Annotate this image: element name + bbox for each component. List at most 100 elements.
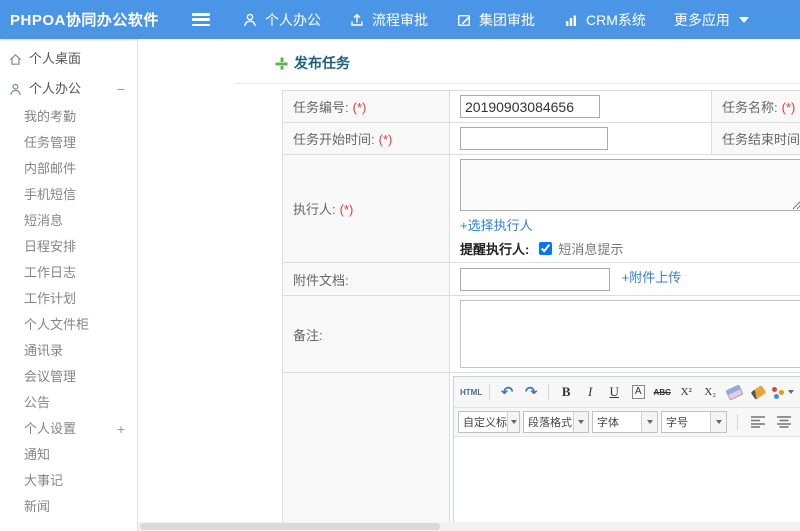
editor-toolbar-row1: HTML ↶ ↷ B I U A ABC X² X₂: [454, 377, 800, 408]
top-navbar: PHPOA协同办公软件 个人办公 流程审批 集团审批 CRM系统 更多应用: [0, 0, 800, 39]
font-family-select[interactable]: 字体: [592, 411, 658, 433]
editor-content-area[interactable]: [454, 437, 800, 531]
upload-icon: [349, 12, 365, 28]
toolbar-separator: [489, 384, 491, 400]
home-icon: [8, 52, 23, 67]
sidebar-item-personal-desktop[interactable]: 个人桌面: [0, 44, 137, 74]
scrollbar-thumb[interactable]: [140, 523, 440, 530]
required-marker: (*): [339, 202, 354, 217]
remind-executor-label: 提醒执行人:: [460, 242, 530, 257]
collapse-toggle-icon[interactable]: −: [117, 74, 125, 104]
publish-task-form: 任务编号:(*) 任务名称:(*) 任务开始时间:(*): [282, 90, 800, 531]
remark-label-cell: 备注:: [282, 295, 450, 373]
nav-label: 集团审批: [479, 11, 535, 28]
executor-textarea[interactable]: [460, 159, 800, 211]
plus-icon: [275, 56, 288, 70]
sidebar-item-notice[interactable]: 通知: [0, 442, 137, 468]
sidebar-item-label: 个人桌面: [29, 51, 82, 66]
font-style-button[interactable]: A: [627, 381, 649, 403]
custom-heading-select[interactable]: 自定义标题: [458, 411, 520, 433]
start-time-input[interactable]: [460, 127, 608, 150]
sms-option-label: 短消息提示: [558, 242, 624, 257]
remark-textarea[interactable]: [460, 300, 800, 368]
executor-label-cell: 执行人: (*): [282, 154, 450, 263]
format-brush-button[interactable]: [747, 381, 769, 403]
user-icon: [242, 12, 258, 28]
color-dots-icon: [772, 386, 785, 399]
sms-remind-checkbox[interactable]: [539, 242, 553, 255]
sidebar-item-work-log[interactable]: 工作日志: [0, 260, 137, 286]
nav-group-approval[interactable]: 集团审批: [456, 10, 535, 30]
sidebar-item-announcement[interactable]: 公告: [0, 390, 137, 416]
horizontal-scrollbar[interactable]: [138, 522, 800, 531]
caret-down-icon: [710, 412, 726, 432]
italic-button[interactable]: I: [579, 381, 601, 403]
sidebar-item-task-management[interactable]: 任务管理: [0, 130, 137, 156]
top-nav: 个人办公 流程审批 集团审批 CRM系统 更多应用: [242, 10, 749, 30]
sidebar-item-work-plan[interactable]: 工作计划: [0, 286, 137, 312]
sidebar-item-meeting-management[interactable]: 会议管理: [0, 364, 137, 390]
font-size-select[interactable]: 字号: [661, 411, 727, 433]
task-name-label-cell: 任务名称: (*): [711, 90, 800, 123]
sidebar-item-personal-files[interactable]: 个人文件柜: [0, 312, 137, 338]
rich-text-editor: HTML ↶ ↷ B I U A ABC X² X₂ 自定义标 段落格式 字体 …: [453, 376, 800, 531]
html-source-button[interactable]: HTML: [459, 381, 483, 403]
sidebar-item-news[interactable]: 新闻: [0, 494, 137, 520]
caret-down-icon: [507, 412, 519, 432]
eraser-icon: [725, 383, 744, 401]
sidebar: 个人桌面 个人办公 − 我的考勤 任务管理 内部邮件 手机短信 短消息 日程安排…: [0, 39, 138, 531]
toolbar-separator: [548, 384, 550, 400]
user-icon: [8, 82, 23, 97]
start-time-label-cell: 任务开始时间: (*): [282, 122, 450, 155]
superscript-button[interactable]: X²: [675, 381, 697, 403]
caret-down-icon: [738, 16, 749, 23]
bar-chart-icon: [563, 12, 579, 28]
app-logo: PHPOA协同办公软件: [10, 12, 159, 29]
underline-button[interactable]: U: [603, 381, 625, 403]
bold-button[interactable]: B: [555, 381, 577, 403]
attachment-label-cell: 附件文档:: [282, 262, 450, 296]
sidebar-item-mobile-sms[interactable]: 手机短信: [0, 182, 137, 208]
redo-button[interactable]: ↷: [520, 381, 542, 403]
nav-crm-system[interactable]: CRM系统: [563, 10, 646, 30]
align-center-button[interactable]: [773, 411, 795, 433]
eraser-button[interactable]: [723, 381, 745, 403]
sidebar-item-internal-mail[interactable]: 内部邮件: [0, 156, 137, 182]
nav-label: 个人办公: [265, 11, 321, 28]
brush-icon: [750, 384, 767, 400]
nav-workflow-approval[interactable]: 流程审批: [349, 10, 428, 30]
hamburger-menu-icon[interactable]: [192, 13, 210, 26]
sidebar-item-big-events[interactable]: 大事记: [0, 468, 137, 494]
main-content: 发布任务 任务编号:(*) 任务名称:(*): [138, 39, 800, 531]
task-number-label-cell: 任务编号: (*): [282, 90, 450, 123]
edit-icon: [456, 12, 472, 28]
nav-personal-office[interactable]: 个人办公: [242, 10, 321, 30]
align-left-button[interactable]: [747, 411, 769, 433]
required-marker: (*): [781, 100, 796, 115]
subscript-button[interactable]: X₂: [699, 381, 721, 403]
editor-toolbar-row2: 自定义标题 段落格式 字体: [454, 408, 800, 437]
sidebar-item-short-message[interactable]: 短消息: [0, 208, 137, 234]
choose-executor-link[interactable]: +选择执行人: [460, 218, 533, 233]
caret-down-icon: [641, 412, 657, 432]
description-label-cell: 任务描述:(*): [282, 372, 450, 531]
highlight-color-button[interactable]: [771, 381, 795, 403]
caret-down-icon: [788, 390, 795, 394]
expand-toggle-icon[interactable]: +: [117, 416, 125, 442]
sidebar-item-my-attendance[interactable]: 我的考勤: [0, 104, 137, 130]
caret-down-icon: [573, 412, 588, 432]
strikethrough-button[interactable]: ABC: [651, 381, 673, 403]
undo-button[interactable]: ↶: [496, 381, 518, 403]
page-title: 发布任务: [294, 55, 350, 71]
sidebar-item-schedule[interactable]: 日程安排: [0, 234, 137, 260]
nav-more-apps[interactable]: 更多应用: [674, 10, 749, 30]
nav-label: CRM系统: [586, 11, 646, 28]
sidebar-item-personal-office[interactable]: 个人办公 −: [0, 74, 137, 104]
sidebar-item-personal-settings[interactable]: 个人设置 +: [0, 416, 137, 442]
sidebar-item-contacts[interactable]: 通讯录: [0, 338, 137, 364]
task-number-input[interactable]: [460, 95, 600, 118]
end-time-label-cell: 任务结束时间:(*): [711, 122, 800, 155]
attachment-input[interactable]: [460, 267, 610, 291]
paragraph-format-select[interactable]: 段落格式: [523, 411, 589, 433]
attachment-upload-link[interactable]: +附件上传: [622, 270, 682, 285]
